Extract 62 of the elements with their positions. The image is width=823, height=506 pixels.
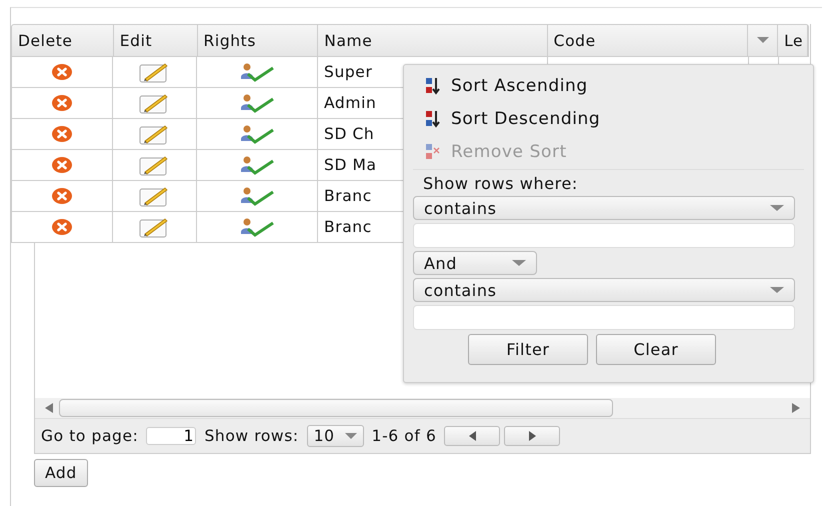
delete-icon[interactable] (52, 157, 72, 173)
edit-icon[interactable] (139, 216, 170, 238)
user-check-icon[interactable] (240, 186, 274, 206)
caret-icon (756, 37, 769, 44)
table-cell: SD Ma (324, 156, 377, 174)
caret-icon (344, 432, 357, 440)
filter-input[interactable] (413, 305, 795, 330)
table-cell: Branc (324, 218, 372, 236)
delete-icon[interactable] (52, 95, 72, 111)
user-check-icon[interactable] (240, 124, 274, 144)
rows-label: Show rows: (204, 427, 299, 445)
edit-icon[interactable] (139, 154, 170, 176)
scroll-left-icon[interactable] (45, 403, 53, 413)
page-input[interactable]: 1 (146, 427, 196, 445)
delete-icon[interactable] (52, 188, 72, 204)
previous-page-button[interactable] (444, 426, 500, 446)
left-arrow-icon (468, 431, 476, 441)
column-header[interactable]: Delete (12, 25, 114, 56)
caret-icon (512, 260, 526, 266)
delete-icon[interactable] (52, 126, 72, 142)
table-cell: Admin (324, 94, 376, 112)
horizontal-scrollbar[interactable] (35, 398, 810, 418)
delete-icon[interactable] (52, 219, 72, 235)
condition-dropdown[interactable]: contains (413, 278, 795, 302)
user-check-icon[interactable] (240, 62, 274, 82)
add-button[interactable]: Add (34, 459, 88, 487)
next-page-button[interactable] (504, 426, 560, 446)
sort-descending-icon (425, 110, 441, 128)
edit-icon[interactable] (139, 123, 170, 145)
scrollbar-thumb[interactable] (59, 399, 613, 417)
page-label: Go to page: (41, 427, 138, 445)
operator-dropdown[interactable]: And (413, 251, 537, 275)
delete-icon[interactable] (52, 64, 72, 80)
rows-dropdown[interactable]: 10 (306, 425, 364, 447)
column-header[interactable]: Code (548, 25, 748, 56)
right-arrow-icon (528, 431, 536, 441)
table-cell: SD Ch (324, 125, 374, 143)
column-header[interactable]: Rights (198, 25, 318, 56)
edit-icon[interactable] (139, 61, 170, 83)
filter-input[interactable] (413, 223, 795, 248)
column-header[interactable]: Edit (114, 25, 198, 56)
clear-button[interactable]: Clear (596, 334, 716, 365)
sort-ascending-icon (425, 76, 441, 94)
user-check-icon[interactable] (240, 217, 274, 237)
filter-button[interactable]: Filter (468, 334, 588, 365)
user-check-icon[interactable] (240, 93, 274, 113)
scroll-right-icon[interactable] (792, 403, 800, 413)
table-cell: Branc (324, 187, 372, 205)
table-cell: Super (324, 63, 372, 81)
column-header[interactable]: Name (318, 25, 548, 56)
remove-sort-icon (425, 142, 441, 160)
edit-icon[interactable] (139, 185, 170, 207)
user-check-icon[interactable] (240, 155, 274, 175)
page-range: 1-6 of 6 (372, 427, 436, 445)
condition-dropdown[interactable]: contains (413, 196, 795, 220)
edit-icon[interactable] (139, 92, 170, 114)
caret-icon (770, 204, 784, 212)
menu-item[interactable]: Sort Descending (413, 102, 804, 135)
filter-heading: Show rows where: (423, 174, 579, 193)
menu-item[interactable]: Sort Ascending (413, 69, 804, 102)
column-header[interactable]: Le (778, 25, 808, 56)
caret-icon (770, 286, 784, 294)
